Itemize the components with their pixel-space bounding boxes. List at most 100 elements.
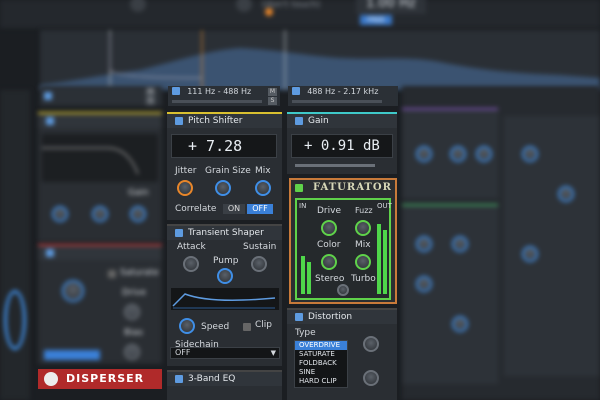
big-knob[interactable] xyxy=(62,280,84,302)
color-label: Color xyxy=(317,240,341,250)
bias-label: Bias xyxy=(124,328,143,338)
distortion-type-list[interactable]: OVERDRIVE SATURATE FOLDBACK SINE HARD CL… xyxy=(294,340,348,388)
top-strip: (don't touch) 1.00 Hz FREE xyxy=(0,0,600,28)
spectrum-graph xyxy=(40,30,600,90)
mute-button[interactable]: M xyxy=(268,88,277,96)
band-checkbox[interactable] xyxy=(172,87,180,95)
transient-shaper-title: Transient Shaper xyxy=(188,228,264,238)
dynamics-knob[interactable] xyxy=(363,370,379,386)
jitter-knob[interactable] xyxy=(177,180,193,196)
right-knob[interactable] xyxy=(452,316,468,332)
drive-label: Drive xyxy=(317,206,341,216)
grain-size-knob[interactable] xyxy=(215,180,231,196)
right-knob[interactable] xyxy=(452,236,468,252)
bias-knob[interactable] xyxy=(124,344,140,360)
drive-knob[interactable] xyxy=(363,336,379,352)
distortion-option[interactable]: OVERDRIVE xyxy=(295,341,347,350)
right-knob[interactable] xyxy=(476,146,492,162)
disperser-title: DISPERSER xyxy=(66,372,145,385)
distortion-option[interactable]: HARD CLIP xyxy=(295,377,347,386)
mix-label: Mix xyxy=(355,240,371,250)
speed-knob[interactable] xyxy=(179,318,195,334)
band-slider[interactable] xyxy=(172,100,262,103)
rate-display[interactable]: 1.00 Hz xyxy=(356,0,426,14)
grain-size-label: Grain Size xyxy=(205,166,251,176)
pitch-value-display[interactable]: + 7.28 xyxy=(171,134,277,158)
panel-checkbox[interactable] xyxy=(46,249,54,257)
left-panel-bottom: Saturate Drive Bias xyxy=(38,244,162,364)
three-band-eq-enable-checkbox[interactable] xyxy=(175,375,183,383)
right-knob[interactable] xyxy=(558,186,574,202)
band-slider[interactable] xyxy=(292,100,382,103)
sustain-knob[interactable] xyxy=(251,256,267,272)
free-button[interactable]: FREE xyxy=(360,15,392,25)
right-knob[interactable] xyxy=(416,236,432,252)
top-knob[interactable] xyxy=(236,0,252,12)
mix-knob[interactable] xyxy=(255,180,271,196)
disperser-header: DISPERSER xyxy=(38,369,162,389)
cutoff-knob[interactable] xyxy=(52,206,68,222)
distortion-option[interactable]: SINE xyxy=(295,368,347,377)
sustain-label: Sustain xyxy=(243,242,277,252)
in-label: IN xyxy=(299,202,307,210)
faturator-panel: FATURATOR IN OUT Drive Fuzz Color Mix St… xyxy=(289,178,397,304)
pitch-shifter-title: Pitch Shifter xyxy=(188,116,243,126)
gain-knob[interactable] xyxy=(130,206,146,222)
mute-button[interactable]: M xyxy=(146,88,155,96)
distortion-header: Distortion xyxy=(287,310,397,324)
color-knob[interactable] xyxy=(321,254,337,270)
correlate-off-button[interactable]: OFF xyxy=(247,204,273,214)
correlate-on-button[interactable]: ON xyxy=(223,204,245,214)
saturate-label: Saturate xyxy=(120,268,159,278)
three-band-eq-header: 3-Band EQ xyxy=(167,372,282,386)
saturate-checkbox[interactable] xyxy=(108,270,116,278)
distortion-enable-checkbox[interactable] xyxy=(295,313,303,321)
sidechain-dropdown[interactable]: OFF ▼ xyxy=(170,347,280,359)
three-band-eq-title: 3-Band EQ xyxy=(188,374,236,384)
disperser-power-icon[interactable] xyxy=(44,372,58,386)
right-knob[interactable] xyxy=(522,246,538,262)
gain-enable-checkbox[interactable] xyxy=(295,117,303,125)
left-panel-header xyxy=(38,114,162,128)
turbo-label: Turbo xyxy=(351,274,376,284)
pitch-shifter-panel: Pitch Shifter + 7.28 Jitter Grain Size M… xyxy=(167,112,282,220)
pitch-shifter-enable-checkbox[interactable] xyxy=(175,117,183,125)
transient-shaper-enable-checkbox[interactable] xyxy=(175,229,183,237)
right-knob[interactable] xyxy=(522,146,538,162)
chevron-down-icon: ▼ xyxy=(270,349,276,357)
edge-knob[interactable] xyxy=(4,290,26,350)
band-checkbox[interactable] xyxy=(292,87,300,95)
band-row-3: 488 Hz - 2.17 kHz xyxy=(288,86,398,106)
faturator-enable-checkbox[interactable] xyxy=(295,184,303,192)
spectrum-display xyxy=(40,30,600,90)
fuzz-label: Fuzz xyxy=(355,206,373,215)
attack-knob[interactable] xyxy=(183,256,199,272)
panel-checkbox[interactable] xyxy=(46,117,54,125)
top-knob[interactable] xyxy=(130,0,146,12)
fuzz-knob[interactable] xyxy=(355,220,371,236)
mix-knob[interactable] xyxy=(355,254,371,270)
solo-button[interactable]: S xyxy=(268,97,277,105)
band-checkbox[interactable] xyxy=(44,92,52,100)
output-meter xyxy=(377,224,381,294)
distortion-option[interactable]: SATURATE xyxy=(295,350,347,359)
stereo-knob[interactable] xyxy=(337,284,349,296)
solo-button[interactable]: S xyxy=(146,97,155,105)
band-range-label: 111 Hz - 488 Hz xyxy=(187,86,252,96)
right-knob[interactable] xyxy=(450,146,466,162)
left-select-bar[interactable] xyxy=(44,350,100,360)
clip-checkbox[interactable] xyxy=(243,323,251,331)
drive-knob[interactable] xyxy=(321,220,337,236)
pump-knob[interactable] xyxy=(217,268,233,284)
gain-panel: Gain + 0.91 dB xyxy=(287,112,397,174)
clip-label: Clip xyxy=(255,320,272,330)
pump-label: Pump xyxy=(213,256,239,266)
distortion-option[interactable]: FOLDBACK xyxy=(295,359,347,368)
right-knob[interactable] xyxy=(416,276,432,292)
q-knob[interactable] xyxy=(92,206,108,222)
right-knob[interactable] xyxy=(416,146,432,162)
gain-value-display[interactable]: + 0.91 dB xyxy=(291,134,393,158)
drive-knob[interactable] xyxy=(124,304,140,320)
envelope-graph xyxy=(171,288,279,310)
right-panel xyxy=(504,116,600,376)
